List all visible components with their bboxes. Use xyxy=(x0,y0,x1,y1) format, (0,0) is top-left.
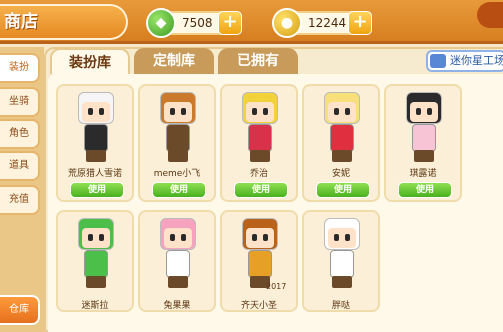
sidebar-item-recharge[interactable]: 充值 xyxy=(0,185,40,215)
use-button[interactable]: 使用 xyxy=(234,182,288,198)
outfit-name: meme小飞 xyxy=(153,169,201,179)
tab-owned[interactable]: 已拥有 xyxy=(218,48,298,74)
character-avatar xyxy=(236,218,284,290)
outfit-card[interactable]: meme小飞使用 xyxy=(138,84,216,202)
character-avatar xyxy=(154,92,202,164)
gem-counter: ◆ 7508 + xyxy=(146,8,242,38)
use-button[interactable]: 使用 xyxy=(152,182,206,198)
outfit-name: 乔治 xyxy=(249,169,268,179)
gem-icon: ◆ xyxy=(146,8,176,38)
character-avatar xyxy=(72,92,120,164)
sidebar-item-outfit[interactable]: 装扮 xyxy=(0,53,40,83)
coin-counter: ● 12244 + xyxy=(272,8,372,38)
outfit-card[interactable]: 安妮 使用 xyxy=(302,84,380,202)
outfit-name: 胖哒 xyxy=(331,301,350,311)
camera-icon xyxy=(430,54,446,68)
sidebar-item-props[interactable]: 道具 xyxy=(0,151,40,181)
outfit-card[interactable]: 琪露诺 使用 xyxy=(384,84,462,202)
outfit-name: 齐天小圣 xyxy=(240,301,277,311)
use-button[interactable]: 使用 xyxy=(70,182,124,198)
outfit-grid: 荒原猎人雪诺 使用 meme小飞 使用 乔治 使用 安妮 使用 琪露诺 使用 迷斯拉 兔果果 齐天小圣 2… xyxy=(48,74,503,332)
outfit-card[interactable]: 乔治 使用 xyxy=(220,84,298,202)
coin-icon: ● xyxy=(272,8,302,38)
tab-outfit-library[interactable]: 装扮库 xyxy=(50,48,130,74)
page-title: 商店 xyxy=(0,4,128,40)
character-avatar xyxy=(154,218,202,290)
use-button[interactable]: 使用 xyxy=(398,182,452,198)
tab-custom-library[interactable]: 定制库 xyxy=(134,48,214,74)
outfit-card[interactable]: 迷斯拉 xyxy=(56,210,134,312)
outfit-card[interactable]: 兔果果 xyxy=(138,210,216,312)
outfit-card[interactable]: 荒原猎人雪诺 使用 xyxy=(56,84,134,202)
outfit-card[interactable]: 齐天小圣 2017 xyxy=(220,210,298,312)
sidebar-item-mount[interactable]: 坐骑 xyxy=(0,87,40,117)
character-avatar xyxy=(72,218,120,290)
mini-workshop-label: 迷你星工场 xyxy=(450,54,503,67)
sidebar: 装扮 坐骑 角色 道具 充值 仓库 xyxy=(0,47,44,332)
outfit-name: 荒原猎人雪诺 xyxy=(67,169,122,179)
coin-value: 12244 xyxy=(308,16,347,30)
character-avatar xyxy=(236,92,284,164)
outfit-name: 兔果果 xyxy=(163,301,191,311)
outfit-name: 迷斯拉 xyxy=(81,301,109,311)
gem-value: 7508 xyxy=(182,16,213,30)
mini-workshop-button[interactable]: 迷你星工场 xyxy=(426,50,503,72)
year-badge: 2017 xyxy=(266,282,287,291)
character-avatar xyxy=(318,92,366,164)
add-coins-button[interactable]: + xyxy=(348,11,372,35)
use-button[interactable]: 使用 xyxy=(316,182,370,198)
outfit-card[interactable]: 胖哒 xyxy=(302,210,380,312)
outfit-name: 琪露诺 xyxy=(409,169,437,179)
warehouse-button[interactable]: 仓库 xyxy=(0,295,40,325)
character-avatar xyxy=(400,92,448,164)
close-button[interactable] xyxy=(477,2,503,28)
character-avatar xyxy=(318,218,366,290)
outfit-name: 安妮 xyxy=(331,169,350,179)
top-bar: 商店 ◆ 7508 + ● 12244 + xyxy=(0,0,503,44)
add-gems-button[interactable]: + xyxy=(218,11,242,35)
sidebar-item-character[interactable]: 角色 xyxy=(0,119,40,149)
